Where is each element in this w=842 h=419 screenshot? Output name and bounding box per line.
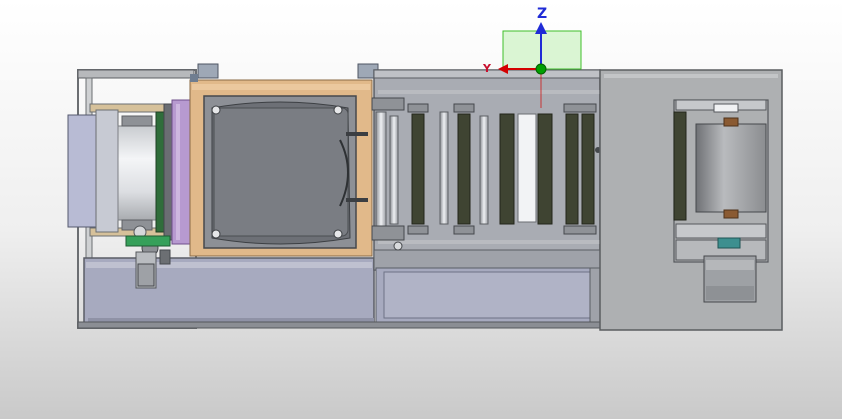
triad-origin <box>535 63 547 75</box>
cad-3d-viewport[interactable]: Z Y <box>0 0 842 419</box>
press-platen <box>203 95 368 249</box>
left-side-cover <box>67 109 119 233</box>
z-axis-label: Z <box>537 6 548 22</box>
machine-assembly-model[interactable] <box>0 0 842 419</box>
z-axis-arrow <box>535 22 547 34</box>
rewind-motor <box>703 255 757 303</box>
top-brackets <box>190 63 379 82</box>
y-axis-label: Y <box>483 62 491 75</box>
